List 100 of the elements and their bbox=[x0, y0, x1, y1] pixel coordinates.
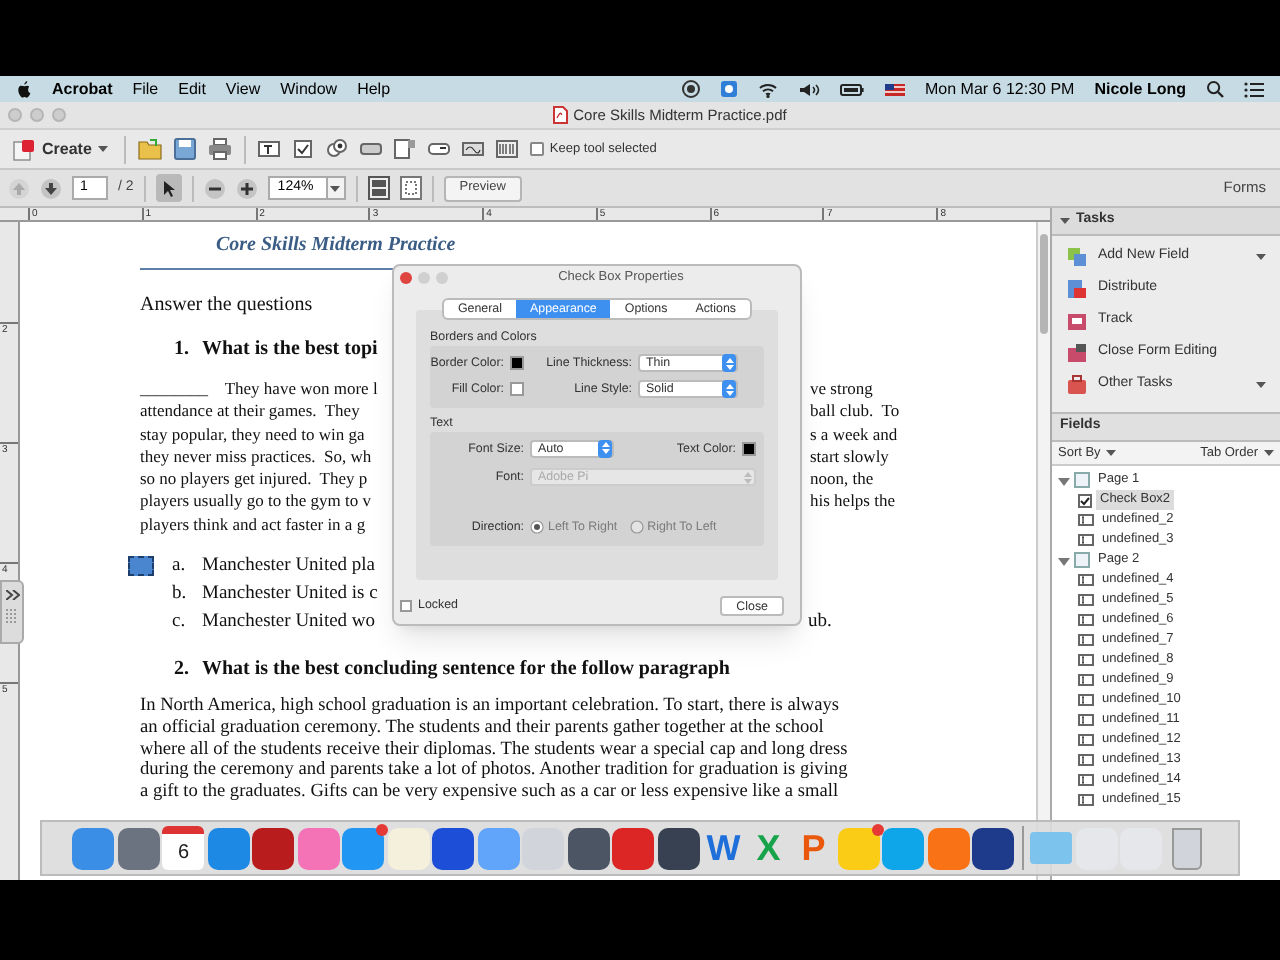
checkbox-field-icon bbox=[1078, 493, 1092, 507]
app-menu[interactable]: Acrobat bbox=[52, 77, 113, 101]
app-icon[interactable] bbox=[657, 827, 700, 869]
scrollbar[interactable] bbox=[1036, 222, 1050, 880]
task-icon bbox=[1066, 310, 1088, 332]
wifi-icon[interactable] bbox=[757, 81, 778, 97]
paragraph-line: they never miss practices. So, wh bbox=[140, 445, 372, 466]
paragraph-line: In North America, high school graduation is an important celebration. To start, there is always bbox=[140, 696, 840, 718]
question-number: 1. bbox=[174, 336, 191, 364]
notification-badge-icon bbox=[871, 823, 884, 835]
app-icon[interactable] bbox=[252, 827, 295, 869]
panel-toggle[interactable] bbox=[0, 580, 24, 644]
paragraph-line: attendance at their games. They bbox=[140, 400, 360, 421]
text-field-icon bbox=[1078, 534, 1094, 546]
paragraph-line: ve strong bbox=[810, 378, 873, 401]
save-icon[interactable] bbox=[173, 138, 196, 160]
paragraph-line: s a week and bbox=[810, 423, 898, 446]
color-swatch[interactable] bbox=[510, 382, 524, 397]
page-down-icon[interactable] bbox=[40, 177, 62, 199]
status-app-icon[interactable] bbox=[719, 80, 738, 98]
barcode-field-icon[interactable] bbox=[495, 138, 518, 160]
paragraph-line: noon, the bbox=[810, 468, 874, 491]
color-swatch[interactable] bbox=[510, 356, 524, 371]
user-menu[interactable]: Nicole Long bbox=[1094, 77, 1186, 101]
stepper-arrows-icon bbox=[725, 357, 733, 370]
volume-icon[interactable] bbox=[797, 81, 820, 97]
search-icon[interactable] bbox=[1206, 80, 1224, 98]
dropdown-caret-icon[interactable] bbox=[1256, 254, 1266, 260]
signature-field-icon[interactable] bbox=[461, 138, 484, 160]
text-field-icon bbox=[1078, 774, 1094, 786]
menu-item[interactable]: File bbox=[132, 77, 159, 101]
text-field-icon bbox=[1078, 694, 1094, 706]
print-icon[interactable] bbox=[207, 138, 232, 160]
list-box-icon[interactable] bbox=[393, 138, 416, 160]
dropdown-caret-icon[interactable] bbox=[1256, 382, 1266, 388]
menu-item[interactable]: Window bbox=[280, 77, 338, 101]
menu-item[interactable]: Help bbox=[357, 77, 391, 101]
option-text: Manchester United is c bbox=[202, 582, 378, 609]
menu-item[interactable]: Edit bbox=[178, 77, 206, 101]
text-field-icon bbox=[1078, 654, 1094, 666]
paragraph-line: players think and act faster in a g bbox=[140, 513, 366, 534]
question-text: What is the best concluding sentence for the follow paragraph bbox=[202, 656, 730, 685]
text-field-icon[interactable] bbox=[257, 138, 280, 160]
text-field-icon bbox=[1078, 754, 1094, 766]
battery-icon[interactable] bbox=[839, 81, 864, 97]
paragraph-line: his helps the bbox=[810, 490, 895, 514]
disclosure-triangle-icon bbox=[1060, 216, 1070, 226]
create-button[interactable]: Create bbox=[8, 133, 112, 165]
select-tool-button[interactable] bbox=[155, 174, 182, 202]
disclosure-triangle-icon[interactable] bbox=[1058, 475, 1070, 485]
color-swatch[interactable] bbox=[742, 441, 756, 456]
option-text: ub. bbox=[808, 610, 832, 637]
letter-logo-icon[interactable]: W bbox=[702, 826, 745, 870]
paragraph-line: start slowly bbox=[810, 445, 889, 469]
dropdown-caret-icon bbox=[97, 146, 108, 152]
open-folder-icon[interactable] bbox=[137, 138, 162, 160]
app-icon[interactable] bbox=[567, 827, 610, 869]
calendar-icon[interactable]: 6 bbox=[162, 826, 205, 870]
stepper-arrows-icon bbox=[601, 442, 609, 455]
text-field-icon bbox=[1078, 574, 1094, 586]
scrollbar-thumb[interactable] bbox=[1040, 234, 1048, 334]
paragraph-line: an official graduation ceremony. The students and their parents gather together at the school bbox=[140, 717, 824, 740]
double-chevron-icon bbox=[5, 590, 19, 600]
question-text: What is the best topi bbox=[202, 336, 378, 364]
checkbox-tool-icon[interactable] bbox=[291, 138, 314, 160]
task-icon bbox=[1066, 374, 1088, 396]
app-icon[interactable] bbox=[117, 827, 160, 869]
menu-item[interactable]: View bbox=[225, 77, 261, 101]
task-icon bbox=[1066, 278, 1088, 300]
grip-icon bbox=[6, 608, 18, 624]
create-document-icon bbox=[12, 137, 36, 161]
dropdown-tool-icon[interactable] bbox=[427, 138, 450, 160]
pdf-file-icon bbox=[551, 106, 568, 124]
app-icon[interactable] bbox=[972, 827, 1015, 869]
record-icon[interactable] bbox=[681, 80, 700, 98]
button-tool-icon[interactable] bbox=[359, 138, 382, 160]
close-window-icon[interactable] bbox=[400, 271, 412, 283]
paragraph-line: during the ceremony and parents take a lot of photos. Another tradition for graduation is giving bbox=[140, 760, 848, 783]
flag-icon[interactable] bbox=[883, 81, 906, 97]
page-icon bbox=[1074, 472, 1090, 488]
list-icon[interactable] bbox=[1244, 81, 1264, 97]
apple-logo-icon[interactable] bbox=[16, 80, 32, 98]
option-letter: a. bbox=[172, 554, 188, 581]
fit-width-icon[interactable] bbox=[399, 176, 422, 200]
zoom-out-icon[interactable] bbox=[203, 177, 226, 199]
question-number: 2. bbox=[174, 656, 191, 685]
option-letter: b. bbox=[172, 582, 189, 609]
text-field-icon bbox=[1078, 614, 1094, 626]
dropdown-caret-icon[interactable] bbox=[330, 185, 341, 191]
paragraph-line: players usually go to the gym to v bbox=[140, 490, 371, 511]
zoom-in-icon[interactable] bbox=[235, 177, 258, 199]
menu-clock[interactable]: Mon Mar 6 12:30 PM bbox=[925, 77, 1075, 101]
option-letter: c. bbox=[172, 610, 188, 637]
app-icon[interactable] bbox=[432, 827, 475, 869]
app-icon[interactable] bbox=[612, 827, 655, 869]
disclosure-triangle-icon[interactable] bbox=[1058, 555, 1070, 565]
fit-page-icon[interactable] bbox=[367, 176, 390, 200]
paragraph-line: where all of the students receive their diplomas. The students wear a special cap and long dress bbox=[140, 739, 848, 761]
radio-tool-icon[interactable] bbox=[325, 138, 348, 160]
checkbox-form-field[interactable] bbox=[128, 556, 154, 577]
